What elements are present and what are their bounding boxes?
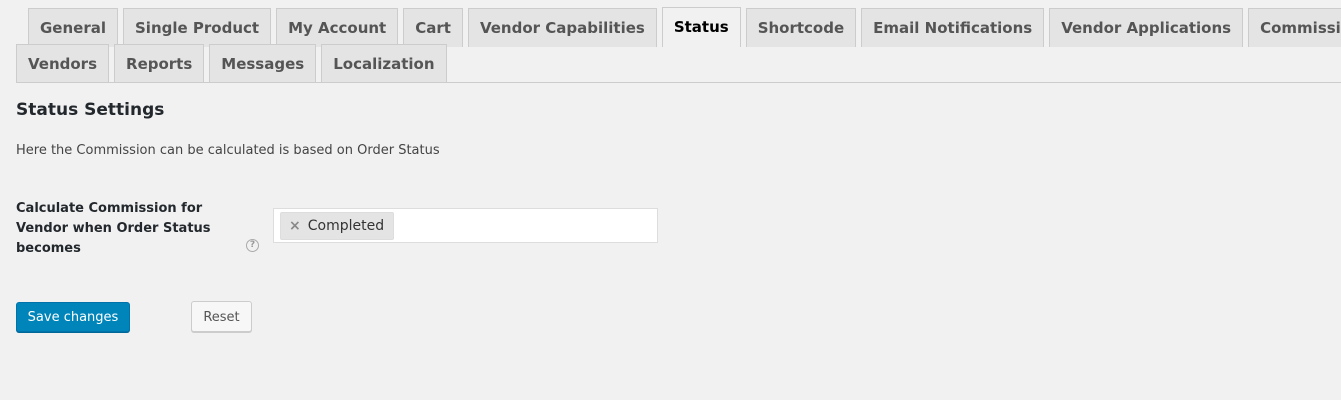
section-description: Here the Commission can be calculated is…: [16, 143, 440, 158]
tab-commissions[interactable]: Commissions: [1248, 8, 1341, 47]
help-icon[interactable]: ?: [246, 239, 259, 252]
tab-general[interactable]: General: [28, 8, 118, 47]
tab-vendor-capabilities[interactable]: Vendor Capabilities: [467, 8, 657, 47]
tab-shortcode[interactable]: Shortcode: [745, 8, 857, 47]
section-title: Status Settings: [16, 100, 165, 120]
selected-status-chip: × Completed: [280, 212, 395, 240]
tab-messages[interactable]: Messages: [209, 44, 317, 83]
remove-icon[interactable]: ×: [289, 218, 301, 234]
tab-email-notifications[interactable]: Email Notifications: [861, 8, 1045, 47]
tab-row-1: General Single Product My Account Cart V…: [28, 7, 1341, 47]
tab-vendors[interactable]: Vendors: [16, 44, 110, 83]
tab-cart[interactable]: Cart: [403, 8, 463, 47]
tab-single-product[interactable]: Single Product: [123, 8, 272, 47]
tab-reports[interactable]: Reports: [114, 44, 205, 83]
tab-vendor-applications[interactable]: Vendor Applications: [1049, 8, 1244, 47]
settings-tabs: General Single Product My Account Cart V…: [16, 0, 1341, 83]
save-changes-button[interactable]: Save changes: [16, 302, 130, 332]
tabs-divider: [16, 82, 1341, 83]
order-status-select[interactable]: × Completed: [273, 208, 658, 243]
field-label: Calculate Commission for Vendor when Ord…: [16, 201, 211, 256]
tab-localization[interactable]: Localization: [321, 44, 447, 83]
tab-row-2: Vendors Reports Messages Localization: [16, 44, 452, 83]
tab-my-account[interactable]: My Account: [276, 8, 399, 47]
reset-button[interactable]: Reset: [191, 301, 252, 332]
chip-label: Completed: [307, 218, 385, 234]
tab-status[interactable]: Status: [661, 7, 741, 47]
